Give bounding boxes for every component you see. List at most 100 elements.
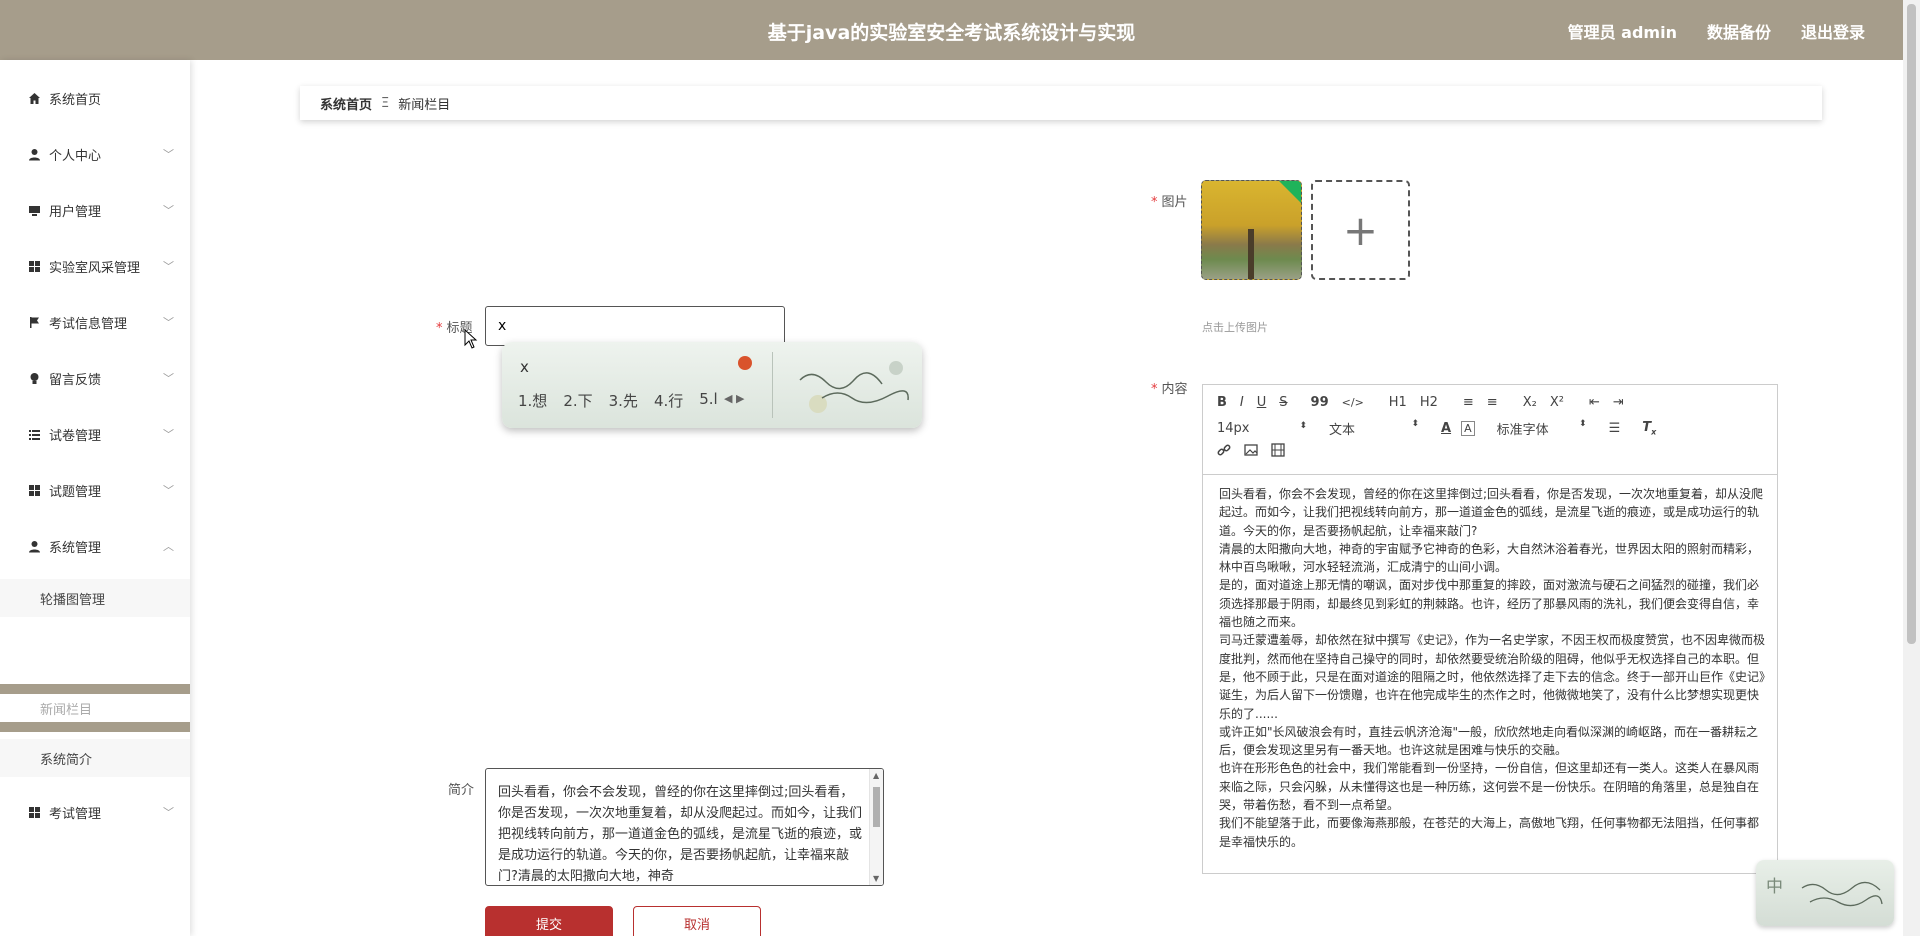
sidebar-subitem-news[interactable]: 新闻栏目: [0, 684, 190, 732]
underline-icon[interactable]: U: [1257, 395, 1267, 410]
grid-icon: [27, 483, 41, 497]
sidebar-subitem-about[interactable]: 系统简介: [0, 739, 190, 777]
intro-scrollbar[interactable]: ▲ ▼: [869, 769, 883, 885]
grid-icon: [27, 259, 41, 273]
chevron-down-icon: ﹀: [163, 806, 174, 819]
content-label: * 内容: [1151, 382, 1188, 397]
editor-paragraph: 也许在形形色色的社会中，我们常能看到一份坚持，一份自信，但这里却还有一类人。这类…: [1219, 761, 1760, 813]
grid-icon: [27, 805, 41, 819]
sidebar-item-question-management[interactable]: 试题管理 ﹀: [0, 470, 190, 510]
page-scrollbar-thumb[interactable]: [1907, 4, 1916, 644]
breadcrumb-current: 新闻栏目: [398, 97, 451, 113]
sidebar-item-label: 考试管理: [49, 806, 102, 822]
bold-icon[interactable]: B: [1217, 395, 1227, 410]
ime-status-bar[interactable]: 中: [1756, 860, 1894, 926]
page-scrollbar[interactable]: [1903, 0, 1920, 936]
align-icon[interactable]: ☰: [1609, 421, 1621, 436]
sidebar-item-home[interactable]: 系统首页: [0, 78, 190, 118]
submit-button[interactable]: 提交: [485, 906, 613, 936]
indent-icon[interactable]: ⇥: [1613, 395, 1624, 410]
ime-divider: [772, 352, 773, 418]
upload-image-button[interactable]: +: [1311, 180, 1410, 280]
bullet-list-icon[interactable]: ≡: [1487, 395, 1498, 410]
rich-text-editor[interactable]: B I U S 99 </> H1 H2 ≡ ≡ X₂ X² ⇤ ⇥ 14px ⬍…: [1202, 384, 1778, 874]
chevron-down-icon: ﹀: [163, 204, 174, 217]
font-color-icon[interactable]: A: [1441, 421, 1451, 436]
upload-hint: 点击上传图片: [1202, 321, 1268, 334]
admin-user-link[interactable]: 管理员 admin: [1568, 19, 1677, 43]
sidebar-item-personal-center[interactable]: 个人中心 ﹀: [0, 134, 190, 174]
heading1-icon[interactable]: H1: [1389, 395, 1407, 410]
chevron-down-icon: ﹀: [163, 372, 174, 385]
sidebar-item-exam-info[interactable]: 考试信息管理 ﹀: [0, 302, 190, 342]
italic-icon[interactable]: I: [1240, 395, 1244, 410]
editor-content[interactable]: 回头看看，你会不会发现，曾经的你在这里摔倒过;回头看看，你是否发现，一次次地重复…: [1219, 485, 1767, 851]
data-backup-link[interactable]: 数据备份: [1707, 19, 1771, 43]
sidebar-item-label: 个人中心: [49, 148, 102, 164]
sidebar-item-feedback[interactable]: 留言反馈 ﹀: [0, 358, 190, 398]
scroll-up-icon[interactable]: ▲: [873, 771, 879, 780]
link-icon[interactable]: [1217, 443, 1231, 461]
title-input[interactable]: [485, 306, 785, 346]
ime-mode-indicator[interactable]: 中: [1766, 872, 1783, 897]
sidebar-item-system-management[interactable]: 系统管理 ︿: [0, 526, 190, 566]
outdent-icon[interactable]: ⇤: [1589, 395, 1600, 410]
breadcrumb-home[interactable]: 系统首页: [320, 94, 372, 113]
clear-format-icon[interactable]: Tx: [1642, 420, 1656, 437]
editor-toolbar: B I U S 99 </> H1 H2 ≡ ≡ X₂ X² ⇤ ⇥ 14px ⬍…: [1203, 385, 1777, 475]
chevron-up-icon: ︿: [163, 540, 174, 553]
ime-candidate[interactable]: 3.先: [609, 390, 638, 411]
subscript-icon[interactable]: X₂: [1523, 395, 1537, 410]
chevron-down-icon: ﹀: [163, 484, 174, 497]
thumbnail-corner-badge: [1279, 181, 1301, 203]
ordered-list-icon[interactable]: ≡: [1463, 395, 1474, 410]
sidebar-item-exam-management[interactable]: 考试管理 ﹀: [0, 792, 190, 832]
uploaded-image-thumbnail[interactable]: [1201, 180, 1302, 280]
background-color-icon[interactable]: A: [1461, 421, 1475, 436]
user-icon: [27, 147, 41, 161]
blockquote-icon[interactable]: 99: [1311, 395, 1329, 410]
sidebar-item-label: 实验室风采管理: [49, 260, 141, 276]
header-links: 管理员 admin 数据备份 退出登录: [1568, 19, 1865, 43]
monitor-icon: [27, 203, 41, 217]
ime-candidate[interactable]: 4.行: [654, 390, 683, 411]
plus-icon: +: [1342, 205, 1379, 255]
editor-paragraph: 回头看看，你会不会发现，曾经的你在这里摔倒过;回头看看，你是否发现，一次次地重复…: [1219, 487, 1764, 538]
ime-candidate[interactable]: 5.l: [699, 390, 717, 411]
sidebar-subitem-carousel[interactable]: 轮播图管理: [0, 579, 190, 617]
scroll-down-icon[interactable]: ▼: [873, 874, 879, 883]
breadcrumb-separator-icon: Ξ: [381, 95, 390, 111]
chevron-down-icon: ﹀: [163, 316, 174, 329]
intro-textarea[interactable]: 回头看看，你会不会发现，曾经的你在这里摔倒过;回头看看，你是否发现，一次次地重复…: [485, 768, 884, 886]
chevron-down-icon: ﹀: [163, 260, 174, 273]
superscript-icon[interactable]: X²: [1550, 395, 1564, 410]
font-size-select[interactable]: 14px ⬍: [1217, 421, 1307, 436]
heading2-icon[interactable]: H2: [1420, 395, 1438, 410]
intro-label: 简介: [448, 783, 475, 798]
editor-paragraph: 或许正如"长风破浪会有时，直挂云帆济沧海"一般，欣欣然地走向看似深渊的崎岖路，而…: [1219, 724, 1759, 758]
font-family-select[interactable]: 标准字体 ⬍: [1497, 419, 1587, 438]
ime-status-decoration: [1800, 876, 1884, 915]
image-icon[interactable]: [1244, 443, 1258, 461]
sidebar-item-lab-showcase[interactable]: 实验室风采管理 ﹀: [0, 246, 190, 286]
ime-candidate[interactable]: 2.下: [563, 390, 592, 411]
intro-scrollbar-thumb[interactable]: [873, 787, 880, 827]
ime-candidate-list: 1.想 2.下 3.先 4.行 5.l: [518, 390, 718, 411]
logout-link[interactable]: 退出登录: [1801, 19, 1865, 43]
editor-paragraph: 清晨的太阳撒向大地，神奇的宇宙赋予它神奇的色彩，大自然沐浴着春光，世界因太阳的照…: [1219, 541, 1760, 575]
sidebar-item-user-management[interactable]: 用户管理 ﹀: [0, 190, 190, 230]
code-icon[interactable]: </>: [1342, 396, 1364, 409]
font-size-value: 14px: [1217, 421, 1250, 436]
cancel-button[interactable]: 取消: [633, 906, 761, 936]
image-label: * 图片: [1151, 195, 1188, 210]
select-arrows-icon: ⬍: [1411, 419, 1419, 429]
flag-icon: [27, 315, 41, 329]
ime-page-arrows-icon[interactable]: ◀ ▶: [724, 392, 744, 405]
video-icon[interactable]: [1271, 443, 1285, 461]
ime-logo-icon: [738, 356, 752, 370]
strikethrough-icon[interactable]: S: [1279, 395, 1287, 410]
sidebar-item-paper-management[interactable]: 试卷管理 ﹀: [0, 414, 190, 454]
ime-candidate[interactable]: 1.想: [518, 390, 547, 411]
header-select[interactable]: 文本 ⬍: [1329, 419, 1419, 438]
ime-candidate-popup: x 1.想 2.下 3.先 4.行 5.l ◀ ▶: [502, 342, 922, 428]
